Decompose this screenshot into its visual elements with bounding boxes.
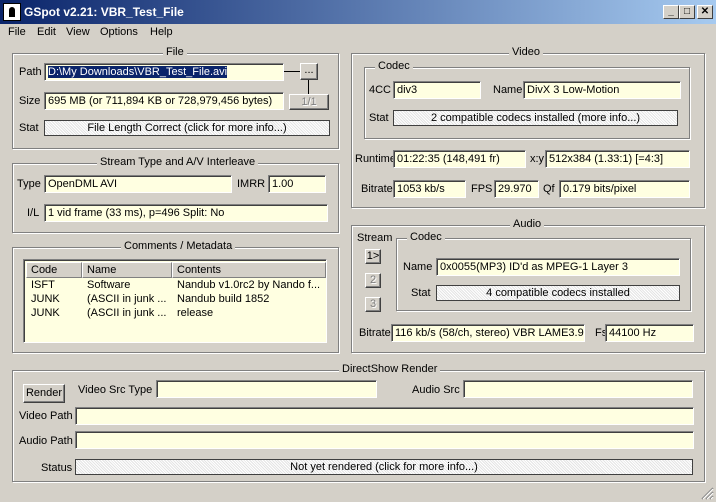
audio-group-title: Audio: [510, 218, 545, 230]
path-connector-line: [284, 71, 300, 72]
menu-edit[interactable]: Edit: [37, 26, 56, 38]
list-cell-name: (ASCII in junk ...: [87, 293, 167, 305]
video-path-label: Video Path: [19, 410, 73, 422]
il-field: 1 vid frame (33 ms), p=496 Split: No: [44, 204, 328, 222]
list-cell-name: (ASCII in junk ...: [87, 307, 167, 319]
audio-stream-button-1[interactable]: 1>: [365, 249, 381, 264]
video-bitrate-label: Bitrate: [361, 183, 393, 195]
metadata-list[interactable]: Code Name Contents ISFT Software Nandub …: [23, 259, 327, 343]
column-header-code[interactable]: Code: [26, 262, 82, 278]
audio-stream-button-3[interactable]: 3: [365, 297, 381, 312]
title-bar: GSpot v2.21: VBR_Test_File _ □ ✕: [0, 0, 716, 24]
file-group-title: File: [163, 46, 187, 58]
video-name-label: Name: [493, 84, 523, 96]
video-src-type-label: Video Src Type: [78, 384, 153, 396]
video-stat-label: Stat: [369, 112, 389, 124]
audio-codec-title: Codec: [407, 231, 445, 243]
audio-bitrate-label: Bitrate: [359, 327, 391, 339]
render-status-label: Status: [41, 462, 73, 474]
file-counter-button[interactable]: 1/1: [289, 94, 329, 110]
video-codec-group: Codec: [364, 60, 690, 139]
audio-name-field: 0x0055(MP3) ID'd as MPEG-1 Layer 3: [436, 258, 680, 276]
xy-label: x:y: [530, 153, 545, 165]
type-field: OpenDML AVI: [44, 175, 232, 193]
type-label: Type: [17, 178, 41, 190]
fs-field: 44100 Hz: [605, 324, 694, 342]
path-field[interactable]: D:\My Downloads\VBR_Test_File.avi: [44, 63, 284, 81]
audio-src-label: Audio Src: [412, 384, 460, 396]
audio-stream-button-2[interactable]: 2: [365, 273, 381, 288]
comments-group-title: Comments / Metadata: [121, 240, 236, 252]
list-row[interactable]: ISFT Software Nandub v1.0rc2 by Nando f.…: [26, 279, 326, 293]
audio-stat-bar[interactable]: 4 compatible codecs installed: [436, 285, 680, 301]
fps-label: FPS: [471, 183, 493, 195]
audio-src-field: [463, 380, 693, 398]
file-stat-label: Stat: [19, 122, 39, 134]
video-path-field: [75, 407, 694, 425]
path-label: Path: [19, 66, 42, 78]
size-label: Size: [19, 95, 41, 107]
list-cell-contents: Nandub v1.0rc2 by Nando f...: [177, 279, 321, 291]
list-cell-name: Software: [87, 279, 131, 291]
window-title: GSpot v2.21: VBR_Test_File: [24, 5, 184, 19]
fourcc-field: div3: [393, 81, 481, 99]
fourcc-label: 4CC: [369, 84, 392, 96]
video-group-title: Video: [509, 46, 543, 58]
xy-field: 512x384 (1.33:1) [=4:3]: [545, 150, 690, 168]
imrr-label: IMRR: [237, 178, 266, 190]
column-header-name[interactable]: Name: [82, 262, 172, 278]
file-stat-bar[interactable]: File Length Correct (click for more info…: [44, 120, 330, 136]
menu-bar: File Edit View Options Help: [0, 24, 716, 42]
browse-button[interactable]: ...: [300, 63, 318, 80]
list-cell-code: JUNK: [31, 307, 60, 319]
render-button[interactable]: Render: [23, 384, 65, 403]
menu-help[interactable]: Help: [150, 26, 173, 38]
audio-path-field: [75, 431, 694, 449]
runtime-field: 01:22:35 (148,491 fr): [393, 150, 526, 168]
video-src-type-field: [156, 380, 377, 398]
menu-options[interactable]: Options: [100, 26, 138, 38]
video-name-field: DivX 3 Low-Motion: [523, 81, 681, 99]
audio-name-label: Name: [403, 261, 433, 273]
qf-label: Qf: [543, 183, 555, 195]
video-codec-title: Codec: [375, 60, 413, 72]
column-header-contents[interactable]: Contents: [172, 262, 326, 278]
directshow-group-title: DirectShow Render: [339, 363, 441, 375]
browse-connector-line: [308, 80, 309, 94]
stream-group: Stream Type and A/V Interleave: [12, 156, 339, 233]
imrr-field: 1.00: [268, 175, 326, 193]
list-cell-contents: Nandub build 1852: [177, 293, 270, 305]
video-stat-bar[interactable]: 2 compatible codecs installed (more info…: [393, 110, 678, 126]
app-icon[interactable]: [3, 3, 21, 21]
qf-field: 0.179 bits/pixel: [559, 180, 690, 198]
audio-bitrate-field: 116 kb/s (58/ch, stereo) VBR LAME3.9: [391, 324, 585, 342]
audio-stream-label: Stream: [357, 232, 393, 244]
render-status-bar[interactable]: Not yet rendered (click for more info...…: [75, 459, 693, 475]
list-cell-code: ISFT: [31, 279, 55, 291]
size-grip-icon[interactable]: [700, 486, 714, 500]
runtime-label: Runtime: [355, 153, 396, 165]
minimize-button[interactable]: _: [663, 5, 679, 19]
size-field: 695 MB (or 711,894 KB or 728,979,456 byt…: [44, 92, 284, 110]
video-bitrate-field: 1053 kb/s: [393, 180, 466, 198]
maximize-button[interactable]: □: [679, 5, 695, 19]
audio-stat-label: Stat: [411, 287, 431, 299]
path-value: D:\My Downloads\VBR_Test_File.avi: [48, 66, 228, 78]
il-label: I/L: [27, 207, 40, 219]
list-row[interactable]: JUNK (ASCII in junk ... Nandub build 185…: [26, 293, 326, 307]
close-button[interactable]: ✕: [697, 5, 713, 19]
list-row[interactable]: JUNK (ASCII in junk ... release: [26, 307, 326, 321]
menu-file[interactable]: File: [8, 26, 26, 38]
list-cell-contents: release: [177, 307, 214, 319]
stream-group-title: Stream Type and A/V Interleave: [97, 156, 259, 168]
audio-path-label: Audio Path: [19, 435, 73, 447]
menu-view[interactable]: View: [66, 26, 90, 38]
list-cell-code: JUNK: [31, 293, 60, 305]
fps-field: 29.970: [494, 180, 539, 198]
